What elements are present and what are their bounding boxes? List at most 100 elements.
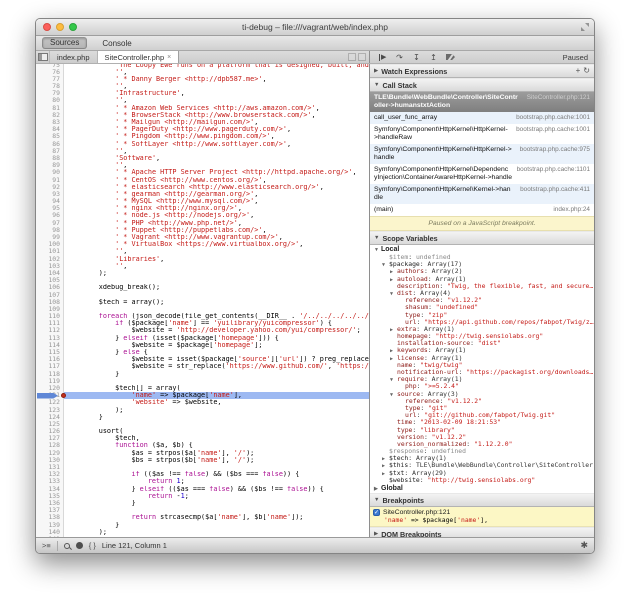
file-tab-bar: index.php SiteController.php × ▶ ↷ ↧ ↥ P… — [36, 51, 594, 64]
tab-scroll-right-icon[interactable] — [358, 53, 366, 61]
disclosure-triangle-icon[interactable]: ▶ — [382, 471, 389, 477]
collapse-icon: ▶ — [374, 68, 378, 74]
call-stack-frame[interactable]: bootstrap.php.cache:1101Symfony\Componen… — [370, 164, 594, 184]
code-line: 125 — [36, 421, 369, 428]
section-dom-breakpoints[interactable]: ▶ DOM Breakpoints — [370, 527, 594, 537]
step-out-button[interactable]: ↥ — [426, 52, 441, 62]
scope-variable-row[interactable]: ▶extra: Array(1) — [370, 326, 594, 333]
call-stack-frame[interactable]: bootstrap.php.cache:1001call_user_func_a… — [370, 112, 594, 124]
disclosure-triangle-icon[interactable]: ▶ — [374, 485, 381, 493]
code-text: 'name' => $package['name'], — [64, 392, 369, 399]
variable-value: Array(17) — [427, 261, 462, 268]
refresh-watch-icon[interactable]: ↻ — [583, 67, 590, 75]
section-breakpoints[interactable]: ▼ Breakpoints — [370, 493, 594, 507]
pretty-print-icon[interactable]: { } — [89, 541, 96, 550]
section-call-stack[interactable]: ▼ Call Stack — [370, 78, 594, 92]
scope-variable-row[interactable]: shasum: "undefined" — [370, 304, 594, 311]
step-over-button[interactable]: ↷ — [392, 52, 407, 62]
scope-variable-row[interactable]: type: "git" — [370, 405, 594, 412]
code-text: } — [64, 522, 369, 529]
scope-variable-row[interactable]: ▼source: Array(3) — [370, 391, 594, 398]
disclosure-triangle-icon[interactable]: ▼ — [390, 377, 397, 383]
variable-name: type — [397, 427, 412, 434]
call-stack-frame[interactable]: SiteController.php:121TLE\Bundle\WebBund… — [370, 92, 594, 112]
resize-icon[interactable] — [581, 23, 589, 31]
scope-variable-row[interactable]: notification-url: "https://packagist.org… — [370, 369, 594, 376]
scope-variable-row[interactable]: ▶autoload: Array(1) — [370, 276, 594, 283]
scope-variable-row[interactable]: ▼dist: Array(4) — [370, 290, 594, 297]
frame-location: bootstrap.php.cache:411 — [520, 186, 590, 194]
pause-on-exceptions-icon[interactable] — [76, 542, 83, 549]
frame-location: SiteController.php:121 — [527, 94, 590, 102]
close-tab-icon[interactable]: × — [167, 54, 171, 61]
variable-value: Array(1) — [424, 326, 455, 333]
scope-variable-row[interactable]: name: "twig/twig" — [370, 362, 594, 369]
scope-section-row[interactable]: ▼Local — [370, 245, 594, 254]
scope-variable-row[interactable]: ▶authors: Array(2) — [370, 268, 594, 275]
breakpoint-checkbox[interactable]: ✓ — [373, 509, 380, 516]
add-watch-icon[interactable]: + — [576, 67, 581, 75]
deactivate-breakpoints-button[interactable] — [443, 52, 458, 62]
scope-variable-row[interactable]: $website: "http://twig.sensiolabs.org" — [370, 477, 594, 484]
scope-variable-row[interactable]: ▼require: Array(1) — [370, 376, 594, 383]
disclosure-triangle-icon[interactable]: ▶ — [390, 277, 397, 283]
resume-button[interactable]: ▶ — [375, 52, 390, 62]
scope-variable-row[interactable]: $item: undefined — [370, 254, 594, 261]
scope-variable-row[interactable]: ▶keywords: Array(1) — [370, 347, 594, 354]
call-stack-frame[interactable]: bootstrap.php.cache:1001Symfony\Componen… — [370, 124, 594, 144]
search-icon[interactable] — [64, 543, 70, 549]
file-tab-index-php[interactable]: index.php — [50, 51, 98, 63]
call-stack-frame[interactable]: bootstrap.php.cache:411Symfony\Component… — [370, 184, 594, 204]
file-tab-sitecontroller-php[interactable]: SiteController.php × — [98, 51, 180, 63]
tab-sources[interactable]: Sources — [42, 37, 87, 49]
scope-variable-row[interactable]: url: "git://github.com/fabpot/Twig.git" — [370, 412, 594, 419]
disclosure-triangle-icon[interactable]: ▶ — [390, 269, 397, 275]
breakpoint-entry[interactable]: ✓SiteController.php:121'name' => $packag… — [370, 507, 594, 527]
scope-variable-row[interactable]: ▶$this: TLE\Bundle\WebBundle\Controller\… — [370, 462, 594, 469]
scope-variable-row[interactable]: installation-source: "dist" — [370, 340, 594, 347]
section-watch-expressions[interactable]: ▶ Watch Expressions + ↻ — [370, 64, 594, 78]
scope-variable-row[interactable]: reference: "v1.12.2" — [370, 398, 594, 405]
disclosure-triangle-icon[interactable]: ▼ — [390, 392, 397, 398]
scope-variable-row[interactable]: description: "Twig, the flexible, fast, … — [370, 283, 594, 290]
disclosure-triangle-icon[interactable]: ▶ — [390, 356, 397, 362]
file-tab-label: index.php — [57, 53, 90, 62]
console-drawer-icon[interactable]: >≡ — [42, 541, 51, 550]
show-navigator-icon[interactable] — [36, 51, 50, 63]
line-number[interactable]: 141 — [36, 536, 64, 537]
disclosure-triangle-icon[interactable]: ▶ — [382, 463, 389, 469]
scope-variable-row[interactable]: time: "2013-02-09 18:21:53" — [370, 419, 594, 426]
scope-variable-row[interactable]: ▶license: Array(1) — [370, 355, 594, 362]
tab-console[interactable]: Console — [95, 38, 138, 49]
step-into-button[interactable]: ↧ — [409, 52, 424, 62]
call-stack-frame[interactable]: bootstrap.php.cache:975Symfony\Component… — [370, 144, 594, 164]
scope-variable-row[interactable]: php: ">=5.2.4" — [370, 383, 594, 390]
section-scope-variables[interactable]: ▼ Scope Variables — [370, 231, 594, 245]
call-stack-frame[interactable]: index.php:24(main) — [370, 204, 594, 216]
code-line: 127 $tech, — [36, 435, 369, 442]
scope-variable-row[interactable]: url: "https://api.github.com/repos/fabpo… — [370, 319, 594, 326]
scope-variable-row[interactable]: type: "zip" — [370, 312, 594, 319]
tab-scroll-left-icon[interactable] — [348, 53, 356, 61]
settings-gear-icon[interactable]: ✱ — [580, 540, 588, 551]
disclosure-triangle-icon[interactable]: ▶ — [390, 348, 397, 354]
scope-variable-row[interactable]: reference: "v1.12.2" — [370, 297, 594, 304]
variable-name: shasum — [405, 304, 428, 311]
code-text: ' * BrowserStack <http://www.browserstac… — [64, 112, 369, 119]
code-editor[interactable]: 75 'The Loopy Ewe runs on a platform tha… — [36, 64, 370, 537]
disclosure-triangle-icon[interactable]: ▼ — [382, 262, 389, 268]
title-bar[interactable]: ti-debug – file:///vagrant/web/index.php — [36, 19, 594, 36]
scope-variable-row[interactable]: ▼$package: Array(17) — [370, 261, 594, 268]
scope-variable-row[interactable]: ▶$txt: Array(29) — [370, 470, 594, 477]
scope-variable-row[interactable]: version: "v1.12.2" — [370, 434, 594, 441]
scope-variable-row[interactable]: version_normalized: "1.12.2.0" — [370, 441, 594, 448]
scope-variable-row[interactable]: type: "library" — [370, 427, 594, 434]
scope-variable-row[interactable]: ▶$tech: Array(1) — [370, 455, 594, 462]
scope-variable-row[interactable]: homepage: "http://twig.sensiolabs.org" — [370, 333, 594, 340]
disclosure-triangle-icon[interactable]: ▼ — [390, 291, 397, 297]
scope-section-row[interactable]: ▶Global — [370, 484, 594, 493]
code-line: 139 } — [36, 522, 369, 529]
code-line: 93 ' * gearman <http://gearman.org/>', — [36, 191, 369, 198]
disclosure-triangle-icon[interactable]: ▼ — [374, 246, 381, 254]
scope-variable-row[interactable]: $response: undefined — [370, 448, 594, 455]
